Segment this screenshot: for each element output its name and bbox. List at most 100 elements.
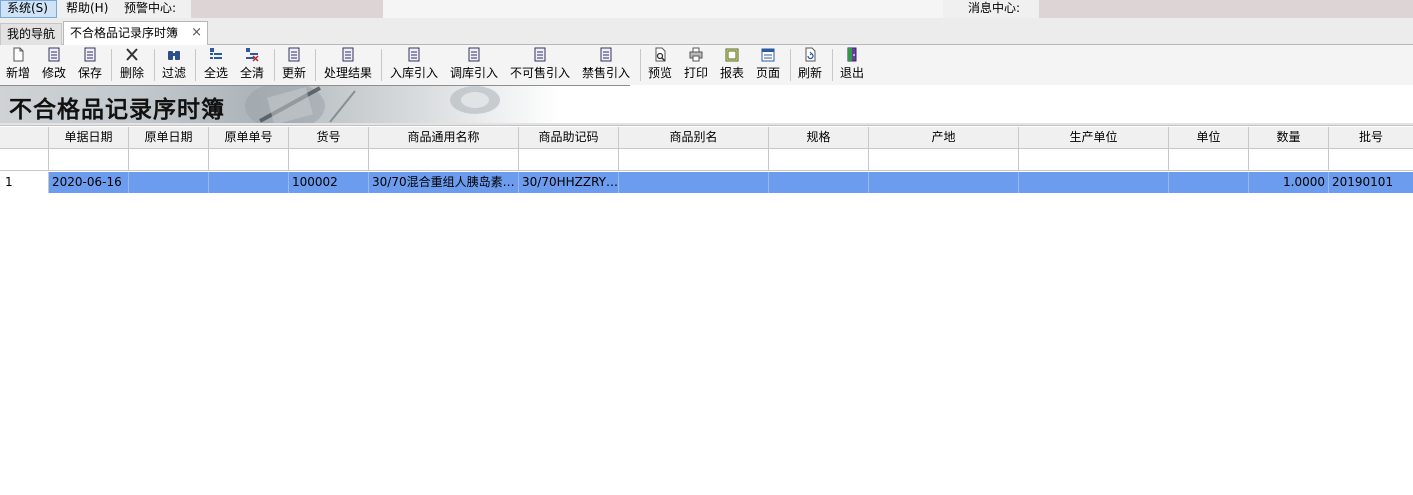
filter-cell[interactable] [369, 149, 519, 171]
filter-row [0, 149, 1413, 171]
menu-bar: 系统(S) 帮助(H) 预警中心: 消息中心: [0, 0, 1413, 18]
tab-label: 不合格品记录序时簿 [70, 26, 179, 40]
column-header-alias[interactable]: 商品别名 [619, 127, 769, 149]
cell-unit[interactable] [1169, 172, 1249, 193]
inbound-import-button[interactable]: 入库引入 [387, 47, 441, 83]
edit-button[interactable]: 修改 [40, 47, 68, 83]
new-button[interactable]: 新增 [3, 47, 33, 83]
toolbar-separator [381, 49, 382, 81]
cell-manufacturer[interactable] [1019, 172, 1169, 193]
save-button[interactable]: 保存 [76, 47, 104, 83]
column-header-quantity[interactable]: 数量 [1249, 127, 1329, 149]
column-header-orig-date[interactable]: 原单日期 [129, 127, 209, 149]
toolbar-separator [640, 49, 641, 81]
column-header-unit[interactable]: 单位 [1169, 127, 1249, 149]
cell-orig-no[interactable] [209, 172, 289, 193]
preview-icon [655, 47, 666, 62]
toolbar-separator [195, 49, 196, 81]
delete-x-icon [126, 48, 138, 61]
column-header-doc-date[interactable]: 单据日期 [49, 127, 129, 149]
page-setup-icon [761, 48, 775, 62]
column-header-spec[interactable]: 规格 [769, 127, 869, 149]
page-button[interactable]: 页面 [754, 47, 782, 83]
exit-button[interactable]: 退出 [838, 47, 866, 83]
update-form-icon [288, 47, 300, 62]
filter-cell[interactable] [1329, 149, 1413, 171]
toolbar-separator [274, 49, 275, 81]
tab-my-navigation[interactable]: 我的导航 [0, 23, 62, 45]
filter-cell[interactable] [519, 149, 619, 171]
inbound-import-icon [408, 47, 420, 62]
title-banner: 不合格品记录序时簿 [0, 86, 560, 123]
process-result-icon [342, 47, 354, 62]
delete-button[interactable]: 删除 [117, 47, 147, 83]
toolbar-separator [315, 49, 316, 81]
new-document-icon [13, 47, 24, 62]
process-result-button[interactable]: 处理结果 [321, 47, 375, 83]
table-row[interactable]: 1 2020-06-16 100002 30/70混合重组人胰岛素… 30/70… [0, 172, 1413, 193]
report-button[interactable]: 报表 [718, 47, 746, 83]
filter-button[interactable]: 过滤 [160, 47, 188, 83]
filter-cell[interactable] [619, 149, 769, 171]
filter-cell[interactable] [1019, 149, 1169, 171]
toolbar-separator [154, 49, 155, 81]
menu-help[interactable]: 帮助(H) [60, 0, 114, 18]
print-button[interactable]: 打印 [682, 47, 710, 83]
filter-cell[interactable] [209, 149, 289, 171]
tab-nonconforming-journal[interactable]: 不合格品记录序时簿 × [63, 21, 208, 46]
filter-cell[interactable] [129, 149, 209, 171]
report-icon [725, 48, 739, 62]
edit-form-icon [48, 47, 60, 62]
cell-item-no[interactable]: 100002 [289, 172, 369, 193]
cell-doc-date[interactable]: 2020-06-16 [49, 172, 129, 193]
column-header-mnemonic[interactable]: 商品助记码 [519, 127, 619, 149]
alert-center-field[interactable] [191, 0, 383, 18]
filter-cell[interactable] [769, 149, 869, 171]
menu-system[interactable]: 系统(S) [0, 0, 57, 18]
banner-divider [0, 123, 1413, 126]
cell-alias[interactable] [619, 172, 769, 193]
column-header-batch-no[interactable]: 批号 [1329, 127, 1413, 149]
select-all-button[interactable]: 全选 [201, 47, 231, 83]
toolbar-separator [832, 49, 833, 81]
toolbar-separator [790, 49, 791, 81]
binoculars-icon [168, 51, 180, 60]
update-button[interactable]: 更新 [280, 47, 308, 83]
select-all-icon [210, 48, 222, 59]
row-number: 1 [0, 172, 49, 193]
unsellable-import-icon [534, 47, 546, 62]
column-header-origin[interactable]: 产地 [869, 127, 1019, 149]
refresh-icon [805, 47, 816, 62]
filter-cell[interactable] [1249, 149, 1329, 171]
page-title: 不合格品记录序时簿 [9, 96, 225, 123]
column-header-generic-name[interactable]: 商品通用名称 [369, 127, 519, 149]
filter-cell[interactable] [289, 149, 369, 171]
column-header-item-no[interactable]: 货号 [289, 127, 369, 149]
toolbar: 新增 修改 保存 删除 过滤 全选 全清 更新 处理结果 入库引入 调库引入 不… [0, 45, 1413, 85]
filter-cell[interactable] [869, 149, 1019, 171]
exit-door-icon [847, 47, 857, 62]
cell-origin[interactable] [869, 172, 1019, 193]
close-icon[interactable]: × [191, 22, 202, 44]
filter-cell[interactable] [49, 149, 129, 171]
column-header-orig-no[interactable]: 原单单号 [209, 127, 289, 149]
message-center-field[interactable] [1039, 0, 1413, 18]
cell-orig-date[interactable] [129, 172, 209, 193]
preview-button[interactable]: 预览 [646, 47, 674, 83]
transfer-import-icon [468, 47, 480, 62]
row-number-header [0, 127, 49, 149]
cell-quantity[interactable]: 1.0000 [1249, 172, 1329, 193]
column-header-manufacturer[interactable]: 生产单位 [1019, 127, 1169, 149]
cell-mnemonic[interactable]: 30/70HHZZRY… [519, 172, 619, 193]
cell-spec[interactable] [769, 172, 869, 193]
banned-import-icon [600, 47, 612, 62]
refresh-button[interactable]: 刷新 [796, 47, 824, 83]
cell-generic-name[interactable]: 30/70混合重组人胰岛素… [369, 172, 519, 193]
cell-batch-no[interactable]: 20190101 [1329, 172, 1413, 193]
unsellable-import-button[interactable]: 不可售引入 [507, 47, 573, 83]
alert-center-label: 预警中心: [124, 1, 177, 15]
filter-cell[interactable] [1169, 149, 1249, 171]
clear-all-button[interactable]: 全清 [237, 47, 267, 83]
transfer-import-button[interactable]: 调库引入 [447, 47, 501, 83]
banned-import-button[interactable]: 禁售引入 [579, 47, 633, 83]
